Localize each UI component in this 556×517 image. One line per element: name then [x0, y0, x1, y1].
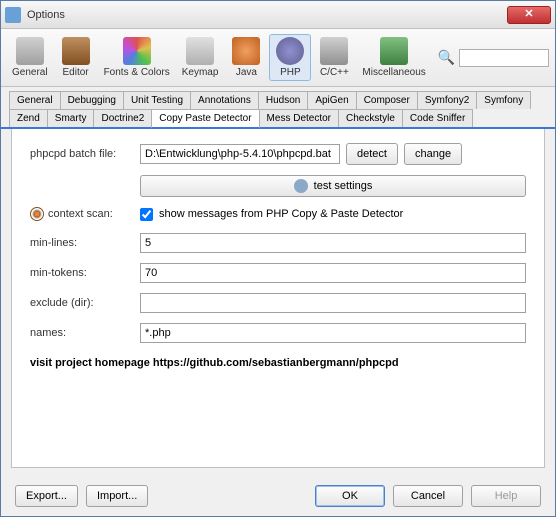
tab-hudson[interactable]: Hudson	[258, 91, 308, 109]
homepage-link[interactable]: visit project homepage https://github.co…	[30, 357, 526, 369]
import-button[interactable]: Import...	[86, 485, 148, 507]
tab-unit-testing[interactable]: Unit Testing	[123, 91, 191, 109]
context-scan-checkbox[interactable]	[140, 208, 153, 221]
search-area: 🔍	[438, 49, 549, 67]
search-icon: 🔍	[438, 49, 455, 66]
tab-code-sniffer[interactable]: Code Sniffer	[402, 109, 473, 127]
tab-annotations[interactable]: Annotations	[190, 91, 259, 109]
batch-file-input[interactable]	[140, 144, 340, 164]
ok-button[interactable]: OK	[315, 485, 385, 507]
tab-zend[interactable]: Zend	[9, 109, 48, 127]
export-button[interactable]: Export...	[15, 485, 78, 507]
settings-panel: phpcpd batch file: detect change test se…	[11, 129, 545, 468]
footer: Export... Import... OK Cancel Help	[1, 476, 555, 516]
tab-symfony2[interactable]: Symfony2	[417, 91, 477, 109]
java-icon	[232, 37, 260, 65]
help-button[interactable]: Help	[471, 485, 541, 507]
tab-smarty[interactable]: Smarty	[47, 109, 95, 127]
tab-doctrine2[interactable]: Doctrine2	[93, 109, 152, 127]
cancel-button[interactable]: Cancel	[393, 485, 463, 507]
keyboard-icon	[186, 37, 214, 65]
app-icon	[5, 7, 21, 23]
names-label: names:	[30, 327, 140, 339]
tab-general[interactable]: General	[9, 91, 61, 109]
palette-icon	[123, 37, 151, 65]
change-button[interactable]: change	[404, 143, 462, 165]
test-settings-button[interactable]: test settings	[140, 175, 526, 197]
search-input[interactable]	[459, 49, 549, 67]
tabs-primary: General Debugging Unit Testing Annotatio…	[1, 87, 555, 109]
wrench-icon	[16, 37, 44, 65]
close-button[interactable]: ✕	[507, 6, 551, 24]
category-keymap[interactable]: Keymap	[177, 34, 224, 81]
names-input[interactable]	[140, 323, 526, 343]
titlebar: Options ✕	[1, 1, 555, 29]
category-general[interactable]: General	[7, 34, 53, 81]
tab-mess-detector[interactable]: Mess Detector	[259, 109, 339, 127]
category-cpp[interactable]: C/C++	[313, 34, 355, 81]
gear-icon	[294, 179, 308, 193]
category-fonts-colors[interactable]: Fonts & Colors	[99, 34, 175, 81]
window-title: Options	[27, 9, 507, 21]
context-scan-label: context scan:	[48, 208, 113, 220]
category-toolbar: General Editor Fonts & Colors Keymap Jav…	[1, 29, 555, 87]
min-lines-input[interactable]	[140, 233, 526, 253]
misc-icon	[380, 37, 408, 65]
editor-icon	[62, 37, 90, 65]
tab-composer[interactable]: Composer	[356, 91, 418, 109]
tab-checkstyle[interactable]: Checkstyle	[338, 109, 403, 127]
context-scan-text: show messages from PHP Copy & Paste Dete…	[159, 208, 403, 220]
tab-symfony[interactable]: Symfony	[476, 91, 531, 109]
category-java[interactable]: Java	[225, 34, 267, 81]
cpp-icon	[320, 37, 348, 65]
exclude-label: exclude (dir):	[30, 297, 140, 309]
batch-file-label: phpcpd batch file:	[30, 148, 140, 160]
exclude-input[interactable]	[140, 293, 526, 313]
min-tokens-label: min-tokens:	[30, 267, 140, 279]
category-php[interactable]: PHP	[269, 34, 311, 81]
min-tokens-input[interactable]	[140, 263, 526, 283]
eye-icon	[30, 207, 44, 221]
category-misc[interactable]: Miscellaneous	[357, 34, 430, 81]
php-icon	[276, 37, 304, 65]
tab-debugging[interactable]: Debugging	[60, 91, 124, 109]
options-window: Options ✕ General Editor Fonts & Colors …	[0, 0, 556, 517]
category-editor[interactable]: Editor	[55, 34, 97, 81]
tab-apigen[interactable]: ApiGen	[307, 91, 356, 109]
min-lines-label: min-lines:	[30, 237, 140, 249]
detect-button[interactable]: detect	[346, 143, 398, 165]
tabs-secondary: Zend Smarty Doctrine2 Copy Paste Detecto…	[1, 109, 555, 129]
tab-copy-paste-detector[interactable]: Copy Paste Detector	[151, 109, 259, 129]
